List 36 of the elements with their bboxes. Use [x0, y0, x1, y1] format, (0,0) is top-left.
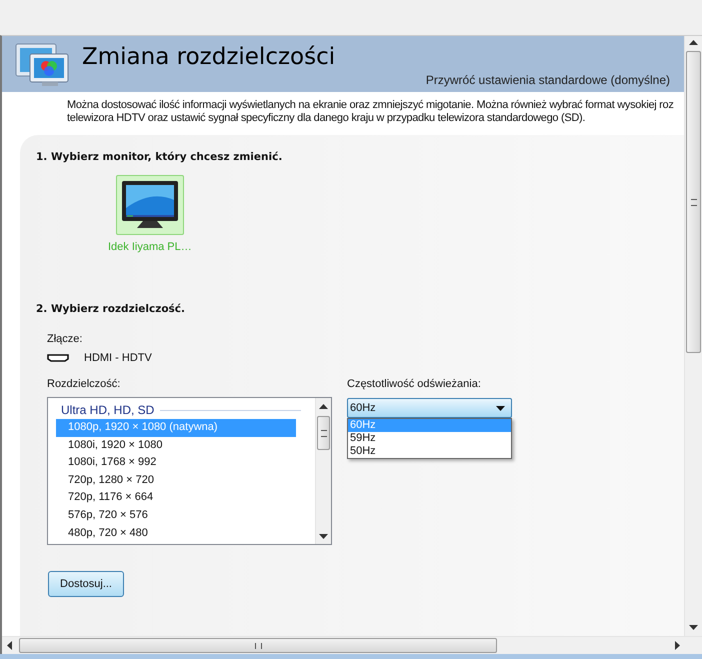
customize-button[interactable]: Dostosuj...	[48, 571, 124, 597]
scroll-up-icon[interactable]	[319, 404, 328, 409]
section-heading: 1. Wybierz monitor, który chcesz zmienić.	[36, 151, 282, 163]
description-text: telewizora HDTV oraz ustawić sygnał specyficzny dla danego kraju w przypadku telewizora standardowego (SD).	[67, 112, 586, 125]
monitor-tile[interactable]	[116, 175, 184, 235]
refresh-rate-option[interactable]: 59Hz	[348, 432, 511, 445]
horizontal-scrollbar[interactable]	[2, 636, 702, 654]
dropdown-arrow-icon	[496, 406, 505, 410]
scroll-down-icon[interactable]	[689, 625, 698, 630]
scroll-up-icon[interactable]	[689, 40, 698, 45]
resolution-item[interactable]: 1080i, 1920 × 1080	[56, 436, 296, 454]
section-heading: 2. Wybierz rozdzielczość.	[36, 303, 186, 315]
list-scrollbar[interactable]	[315, 398, 331, 544]
monitor-icon	[120, 180, 179, 230]
refresh-rate-option[interactable]: 50Hz	[348, 445, 511, 458]
restore-defaults-link[interactable]: Przywróć ustawienia standardowe (domyślne)	[426, 73, 670, 87]
refresh-rate-label: Częstotliwość odświeżania:	[347, 378, 482, 390]
connector-label: Złącze:	[47, 333, 82, 345]
connector-value: HDMI - HDTV	[84, 352, 152, 364]
group-header: Ultra HD, HD, SD	[60, 403, 154, 417]
scroll-left-icon[interactable]	[7, 641, 12, 650]
refresh-rate-dropdown[interactable]: 60Hz	[347, 398, 512, 418]
resolution-item[interactable]: 720p, 1176 × 664	[56, 489, 296, 507]
resolution-label: Rozdzielczość:	[47, 378, 122, 390]
resolution-list[interactable]: Ultra HD, HD, SD 1080p, 1920 × 1080 (natywna) 1080i, 1920 × 1080 1080i, 1768 × 992 720p, 1280 × 720 720p, 1176 × 664 576p, 720 × 576 480p, 720 × 480	[47, 397, 332, 545]
monitor-label: Idek Iiyama PL…	[108, 241, 192, 253]
page-title: Zmiana rozdzielczości	[82, 44, 336, 70]
resolution-item[interactable]: 480p, 720 × 480	[56, 524, 296, 542]
vertical-scrollbar[interactable]	[684, 36, 702, 636]
scroll-down-icon[interactable]	[319, 534, 328, 539]
description-text: Można dostosować ilość informacji wyświetlanych na ekranie oraz zmniejszyć migotanie. Można również wybrać format wysokiej roz	[67, 99, 675, 112]
resolution-item[interactable]: 720p, 1280 × 720	[56, 472, 296, 490]
scroll-right-icon[interactable]	[675, 641, 680, 650]
resolution-item[interactable]: 576p, 720 × 576	[56, 506, 296, 525]
hdmi-port-icon	[47, 354, 69, 362]
resolution-item[interactable]: 1080i, 1768 × 992	[56, 454, 296, 472]
